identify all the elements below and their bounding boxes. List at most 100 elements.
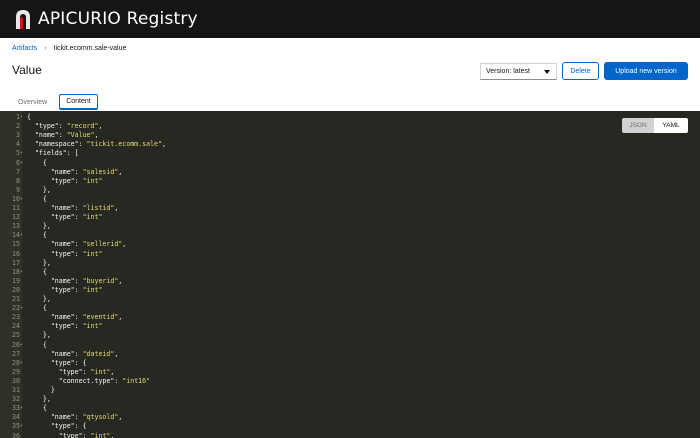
code-text: "name": "buyerid", [27, 276, 123, 285]
line-number: 14 [12, 231, 20, 240]
upload-new-version-button[interactable]: Upload new version [604, 62, 688, 80]
code-line: 29 "type": "int", [0, 368, 700, 377]
code-text: "name": "sellerid", [27, 240, 127, 249]
code-text: "type": "int" [27, 249, 103, 258]
code-line: 10 ▾ { [0, 195, 700, 204]
version-select-label: Version: latest [486, 68, 530, 75]
json-toggle-button[interactable]: JSON [622, 118, 654, 133]
yaml-toggle-button[interactable]: YAML [654, 118, 688, 133]
app-title: APICURIO Registry [38, 9, 198, 29]
code-text: "type": "int" [27, 213, 103, 222]
code-text: }, [27, 185, 51, 194]
code-line: 9 }, [0, 186, 700, 195]
breadcrumb-artifacts-link[interactable]: Artifacts [12, 45, 37, 52]
code-line: 12 "type": "int" [0, 213, 700, 222]
delete-button[interactable]: Delete [562, 62, 599, 80]
code-text: { [27, 113, 31, 121]
line-number: 27 [12, 349, 20, 358]
tab-overview[interactable]: Overview [12, 94, 53, 110]
fold-toggle-icon[interactable]: ▾ [20, 149, 23, 158]
breadcrumb-current: tickit.ecomm.sale-value [53, 44, 127, 52]
code-line: 24 "type": "int" [0, 322, 700, 331]
line-number: 23 [12, 313, 20, 322]
code-text: "connect.type": "int16" [27, 376, 151, 385]
fold-toggle-icon[interactable]: ▾ [20, 359, 23, 368]
code-line: 7 "name": "salesid", [0, 168, 700, 177]
line-number: 8 [16, 176, 20, 185]
fold-toggle-icon[interactable]: ▾ [20, 404, 23, 413]
code-editor[interactable]: 1 ▾{2 "type": "record", 3 "name": "Value",… [0, 111, 700, 438]
code-text: "type": "int", [27, 431, 115, 438]
code-text: { [27, 231, 47, 240]
fold-toggle-icon[interactable]: ▾ [20, 304, 23, 313]
line-number: 20 [12, 285, 20, 294]
line-number: 5 [16, 149, 20, 158]
fold-toggle-icon[interactable]: ▾ [20, 159, 23, 168]
code-text: { [27, 404, 47, 413]
line-number: 31 [12, 386, 20, 394]
line-number: 1 [16, 113, 20, 121]
line-number: 18 [12, 267, 20, 276]
line-number: 12 [12, 213, 20, 222]
code-line: 1 ▾ { [0, 113, 700, 122]
code-text: { [27, 267, 47, 276]
line-number: 10 [12, 194, 20, 203]
fold-toggle-icon[interactable]: ▾ [20, 195, 23, 204]
code-text: "namespace": "tickit.ecomm.sale", [27, 140, 166, 149]
code-line: 15 "name": "sellerid", [0, 240, 700, 249]
code-line: 3 "name": "Value", [0, 131, 700, 140]
chevron-right-icon: › [44, 44, 47, 52]
code-text: "name": "qtysold", [27, 413, 123, 422]
line-number: 4 [16, 140, 20, 149]
fold-toggle-icon[interactable]: ▾ [20, 422, 23, 431]
code-text: "type": { [27, 358, 87, 367]
code-text: "name": "dateid", [27, 349, 119, 358]
line-number: 22 [12, 304, 20, 313]
code-line: 35 ▾ "type": { [0, 422, 700, 431]
line-number: 15 [12, 240, 20, 249]
line-number: 2 [16, 122, 20, 131]
code-line: 26 ▾ { [0, 341, 700, 350]
caret-down-icon [544, 70, 550, 74]
line-number: 17 [12, 258, 20, 267]
code-line: 25 }, [0, 331, 700, 340]
code-line: 27 "name": "dateid", [0, 350, 700, 359]
fold-toggle-icon[interactable]: ▾ [20, 113, 23, 122]
tabs: Overview Content [12, 94, 98, 110]
apicurio-logo-icon [16, 10, 30, 29]
breadcrumb: Artifacts › tickit.ecomm.sale-value [12, 42, 126, 54]
code-text: "type": "int" [27, 285, 103, 294]
code-line: 21 }, [0, 295, 700, 304]
code-text: "name": "salesid", [27, 167, 123, 176]
code-text: "type": "int" [27, 322, 103, 331]
line-number: 25 [12, 331, 20, 340]
code-line: 8 "type": "int" [0, 177, 700, 186]
code-line: 36 "type": "int", [0, 432, 700, 438]
fold-toggle-icon[interactable]: ▾ [20, 231, 23, 240]
code-line: 6 ▾ { [0, 159, 700, 168]
code-line: 18 ▾ { [0, 268, 700, 277]
code-line: 14 ▾ { [0, 231, 700, 240]
code-text: }, [27, 222, 51, 231]
fold-toggle-icon[interactable]: ▾ [20, 268, 23, 277]
line-number: 34 [12, 413, 20, 422]
version-select[interactable]: Version: latest [480, 63, 557, 80]
code-text: { [27, 158, 47, 167]
line-number: 24 [12, 322, 20, 331]
code-text: } [27, 386, 55, 394]
line-number: 3 [16, 131, 20, 140]
code-text: "name": "eventid", [27, 313, 123, 322]
code-line: 2 "type": "record", [0, 122, 700, 131]
code-text: "type": "int", [27, 367, 115, 376]
line-number: 26 [12, 340, 20, 349]
tab-content[interactable]: Content [59, 94, 98, 110]
code-text: "type": "int" [27, 176, 103, 185]
code-text: "name": "listid", [27, 204, 119, 212]
code-text: "type": { [27, 422, 87, 431]
code-line: 33 ▾ { [0, 404, 700, 413]
code-line: 20 "type": "int" [0, 286, 700, 295]
code-text: }, [27, 258, 51, 267]
code-line: 13 }, [0, 222, 700, 231]
code-text: { [27, 340, 47, 349]
fold-toggle-icon[interactable]: ▾ [20, 341, 23, 350]
